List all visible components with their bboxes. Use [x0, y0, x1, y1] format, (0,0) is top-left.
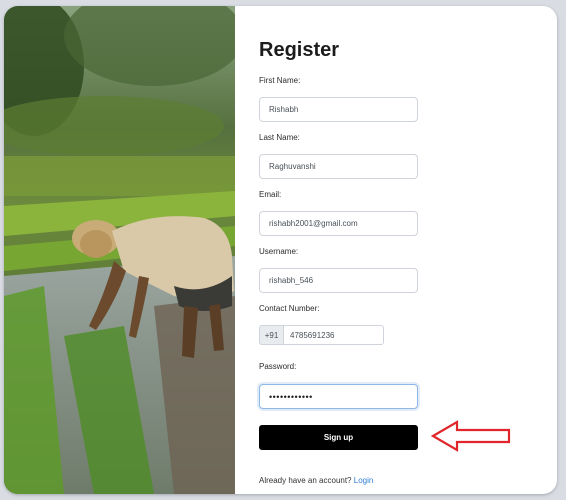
last-name-label: Last Name: — [259, 133, 300, 142]
signup-button[interactable]: Sign up — [259, 425, 418, 450]
annotation-arrow-icon — [431, 420, 511, 452]
contact-number-group: +91 4785691236 — [259, 325, 384, 345]
email-field[interactable]: rishabh2001@gmail.com — [259, 211, 418, 236]
first-name-field[interactable]: Rishabh — [259, 97, 418, 122]
login-prompt-text: Already have an account? — [259, 476, 352, 485]
farmer-paddy-photo — [4, 6, 235, 494]
username-field[interactable]: rishabh_546 — [259, 268, 418, 293]
last-name-field[interactable]: Raghuvanshi — [259, 154, 418, 179]
country-code-prefix: +91 — [259, 325, 283, 345]
login-link[interactable]: Login — [354, 476, 374, 485]
login-prompt: Already have an account? Login — [259, 476, 373, 485]
contact-number-label: Contact Number: — [259, 304, 320, 313]
contact-number-field[interactable]: 4785691236 — [283, 325, 384, 345]
password-label: Password: — [259, 362, 297, 371]
page-title: Register — [259, 39, 340, 61]
first-name-label: First Name: — [259, 76, 301, 85]
password-field[interactable]: •••••••••••• — [259, 384, 418, 409]
username-label: Username: — [259, 247, 299, 256]
email-label: Email: — [259, 190, 282, 199]
